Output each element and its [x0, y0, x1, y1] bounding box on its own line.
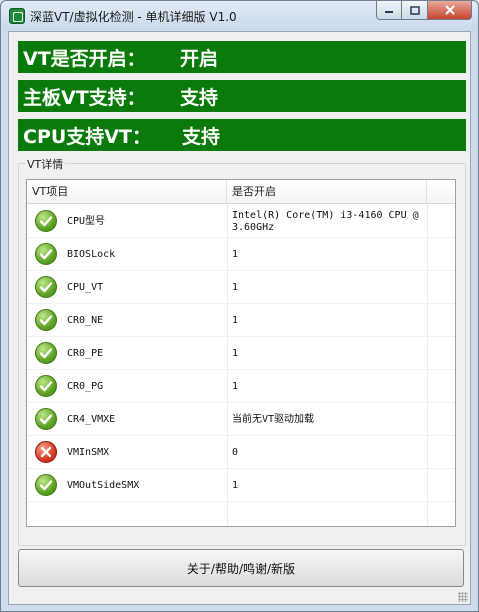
table-row[interactable]: CR4_VMXE 当前无VT驱动加载 [27, 403, 455, 436]
check-icon [35, 243, 57, 265]
client-area: VT是否开启： 开启 主板VT支持： 支持 CPU支持VT： 支持 VT详情 V… [8, 31, 471, 605]
cpu-support-value: 支持 [182, 125, 221, 148]
vt-enabled-value: 开启 [180, 47, 219, 70]
row-item-value: 1 [232, 347, 239, 359]
row-item-name: CPU_VT [67, 282, 104, 293]
row-item-value: 1 [232, 248, 239, 260]
row-item-name: CR0_NE [67, 315, 104, 326]
board-support-value: 支持 [180, 86, 219, 109]
check-icon [35, 375, 57, 397]
details-list-view[interactable]: VT项目 是否开启 CPU型号 Intel(R) Core(TM) i3-4160… [26, 179, 456, 527]
table-header: VT项目 是否开启 [27, 180, 455, 204]
row-item-name: CR0_PG [67, 381, 104, 392]
check-icon [35, 210, 57, 232]
check-icon [35, 309, 57, 331]
check-icon [35, 342, 57, 364]
cpu-support-label: CPU支持VT： [23, 125, 151, 148]
row-item-value: 1 [232, 314, 239, 326]
check-icon [35, 276, 57, 298]
minimize-icon [385, 11, 393, 13]
close-button[interactable] [428, 1, 472, 20]
column-header-item[interactable]: VT项目 [27, 180, 227, 204]
vt-enabled-status: VT是否开启： 开启 [18, 41, 466, 73]
table-row[interactable]: VMInSMX 0 [27, 436, 455, 469]
app-logo-icon [9, 8, 25, 24]
row-item-name: CR4_VMXE [67, 414, 116, 425]
minimize-button[interactable] [376, 1, 402, 20]
row-item-name: CPU型号 [67, 216, 106, 227]
table-row[interactable]: CPU型号 Intel(R) Core(TM) i3-4160 CPU @ 3.6… [27, 205, 455, 238]
cross-icon [35, 441, 57, 463]
vt-details-group: VT详情 VT项目 是否开启 CPU型号 Intel(R) Core(TM) i3… [18, 156, 466, 546]
row-item-value: 1 [232, 281, 239, 293]
table-row[interactable]: CR0_NE 1 [27, 304, 455, 337]
board-support-status: 主板VT支持： 支持 [18, 80, 466, 112]
vt-enabled-label: VT是否开启： [23, 47, 146, 70]
table-row[interactable]: CR0_PE 1 [27, 337, 455, 370]
row-item-value: 1 [232, 479, 239, 491]
maximize-icon [409, 5, 420, 15]
close-icon [444, 5, 455, 15]
column-header-blank [427, 180, 455, 204]
row-item-value: Intel(R) Core(TM) i3-4160 CPU @ 3.60GHz [232, 209, 419, 233]
row-item-value: 1 [232, 380, 239, 392]
window-title: 深蓝VT/虚拟化检测 - 单机详细版 V1.0 [30, 10, 237, 24]
row-item-name: VMOutSideSMX [67, 480, 140, 491]
table-row[interactable]: CR0_PG 1 [27, 370, 455, 403]
about-help-button[interactable]: 关于/帮助/鸣谢/新版 [18, 549, 464, 587]
row-item-name: CR0_PE [67, 348, 104, 359]
check-icon [35, 474, 57, 496]
check-icon [35, 408, 57, 430]
group-title: VT详情 [25, 156, 66, 172]
resize-grip[interactable] [458, 592, 468, 602]
row-item-name: BIOSLock [67, 249, 116, 260]
table-row[interactable]: BIOSLock 1 [27, 238, 455, 271]
table-row[interactable]: VMOutSideSMX 1 [27, 469, 455, 502]
row-item-value: 当前无VT驱动加载 [232, 413, 315, 425]
caption-buttons [376, 1, 472, 20]
row-item-value: 0 [232, 446, 239, 458]
column-header-status[interactable]: 是否开启 [227, 180, 427, 204]
board-support-label: 主板VT支持： [23, 86, 146, 109]
cpu-support-status: CPU支持VT： 支持 [18, 119, 466, 151]
maximize-button[interactable] [402, 1, 428, 20]
title-bar[interactable]: 深蓝VT/虚拟化检测 - 单机详细版 V1.0 [1, 1, 478, 31]
table-row[interactable]: CPU_VT 1 [27, 271, 455, 304]
app-window: 深蓝VT/虚拟化检测 - 单机详细版 V1.0 VT是否开启： 开启 主板VT支… [0, 0, 479, 612]
row-item-name: VMInSMX [67, 447, 110, 458]
